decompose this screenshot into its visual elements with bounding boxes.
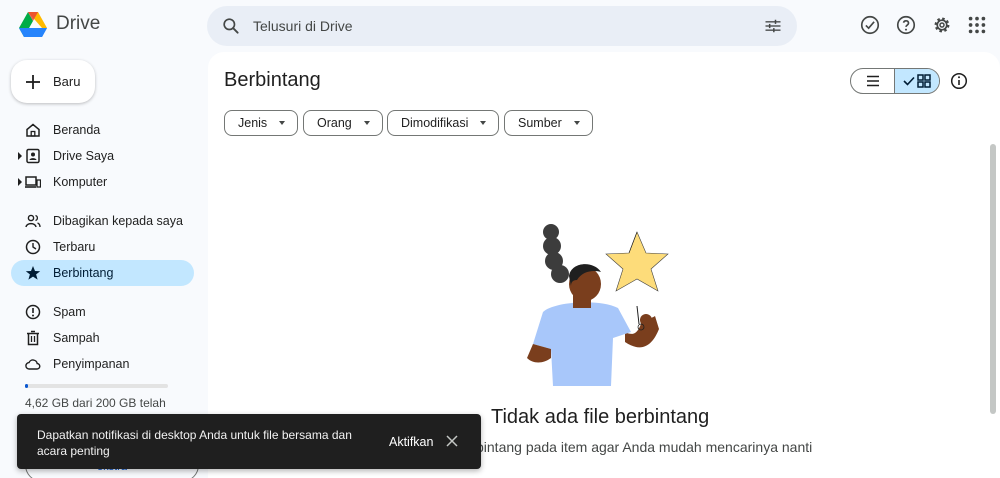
drive-logo[interactable]: Drive: [18, 10, 100, 38]
plus-icon: [26, 74, 40, 89]
sidebar-item-my-drive[interactable]: Drive Saya: [11, 143, 194, 169]
filter-chip-label: Orang: [317, 116, 352, 130]
page-title: Berbintang: [224, 69, 321, 91]
sidebar-item-label: Beranda: [53, 123, 101, 137]
filter-chip-label: Jenis: [238, 116, 268, 130]
notification-snackbar: Dapatkan notifikasi di desktop Anda untu…: [17, 414, 481, 469]
layout-toggle[interactable]: [850, 68, 940, 94]
search-options-icon[interactable]: [763, 16, 783, 36]
clock-icon: [25, 239, 41, 255]
sidebar-item-trash[interactable]: Sampah: [11, 325, 194, 351]
sidebar-item-starred[interactable]: Berbintang: [11, 260, 194, 286]
filter-chip-label: Sumber: [518, 116, 562, 130]
sidebar-item-home[interactable]: Beranda: [11, 117, 194, 143]
shared-people-icon: [25, 214, 41, 228]
storage-usage-bar: [25, 384, 168, 388]
dropdown-arrow-icon: [363, 121, 370, 125]
grid-view-button[interactable]: [894, 69, 939, 93]
filter-people-chip[interactable]: Orang: [303, 110, 383, 136]
sidebar-item-recent[interactable]: Terbaru: [11, 234, 194, 260]
filter-chip-label: Dimodifikasi: [401, 116, 469, 130]
dropdown-arrow-icon: [480, 121, 487, 125]
filter-type-chip[interactable]: Jenis: [224, 110, 299, 136]
filter-source-chip[interactable]: Sumber: [504, 110, 593, 136]
grid-view-icon: [917, 74, 931, 88]
drive-logo-icon: [19, 12, 47, 37]
apps-grid-icon[interactable]: [966, 14, 988, 36]
empty-state-illustration: [527, 224, 669, 386]
dropdown-arrow-icon: [279, 121, 286, 125]
help-icon[interactable]: [895, 14, 917, 36]
snackbar-message: Dapatkan notifikasi di desktop Anda untu…: [37, 428, 352, 458]
sidebar-item-spam[interactable]: Spam: [11, 299, 194, 325]
ready-offline-icon[interactable]: [859, 14, 881, 36]
expand-arrow-icon[interactable]: [17, 151, 23, 161]
expand-arrow-icon[interactable]: [17, 177, 23, 187]
settings-gear-icon[interactable]: [931, 14, 953, 36]
enable-notifications-button[interactable]: Aktifkan: [389, 435, 433, 449]
app-name: Drive: [56, 13, 101, 34]
sidebar-item-label: Terbaru: [53, 240, 96, 254]
trash-icon: [27, 330, 39, 346]
sidebar-item-shared[interactable]: Dibagikan kepada saya: [11, 208, 194, 234]
sidebar-item-storage[interactable]: Penyimpanan: [11, 351, 194, 377]
sidebar-item-label: Komputer: [53, 175, 108, 189]
sidebar-item-label: Penyimpanan: [53, 357, 130, 371]
empty-state-subtitle: bintang pada item agar Anda mudah mencar…: [476, 439, 813, 455]
filter-modified-chip[interactable]: Dimodifikasi: [387, 110, 500, 136]
empty-state-title: Tidak ada file berbintang: [491, 406, 710, 428]
search-input[interactable]: Telusuri di Drive: [253, 18, 353, 34]
sidebar-item-label: Sampah: [53, 331, 100, 345]
sidebar-item-label: Dibagikan kepada saya: [53, 214, 183, 228]
info-icon[interactable]: [950, 72, 968, 90]
search-bar[interactable]: Telusuri di Drive: [207, 6, 797, 46]
checkmark-icon: [903, 76, 915, 86]
dropdown-arrow-icon: [573, 121, 580, 125]
star-icon: [25, 266, 41, 280]
storage-usage-text: 4,62 GB dari 200 GB telah: [25, 396, 166, 410]
computer-icon: [25, 176, 41, 188]
sidebar-item-label: Berbintang: [53, 266, 114, 280]
new-button[interactable]: Baru: [11, 60, 95, 103]
sidebar-item-label: Spam: [53, 305, 86, 319]
list-view-icon: [866, 75, 879, 87]
spam-icon: [25, 304, 41, 320]
sidebar-item-computers[interactable]: Komputer: [11, 169, 194, 195]
storage-usage-fill: [25, 384, 29, 388]
list-view-button[interactable]: [851, 69, 894, 93]
home-icon: [26, 123, 40, 137]
new-button-label: Baru: [53, 74, 81, 89]
cloud-icon: [25, 359, 41, 370]
search-icon[interactable]: [221, 16, 241, 36]
scrollbar[interactable]: [990, 144, 996, 414]
close-icon[interactable]: [446, 435, 458, 447]
my-drive-icon: [26, 148, 40, 164]
sidebar-item-label: Drive Saya: [53, 149, 115, 163]
